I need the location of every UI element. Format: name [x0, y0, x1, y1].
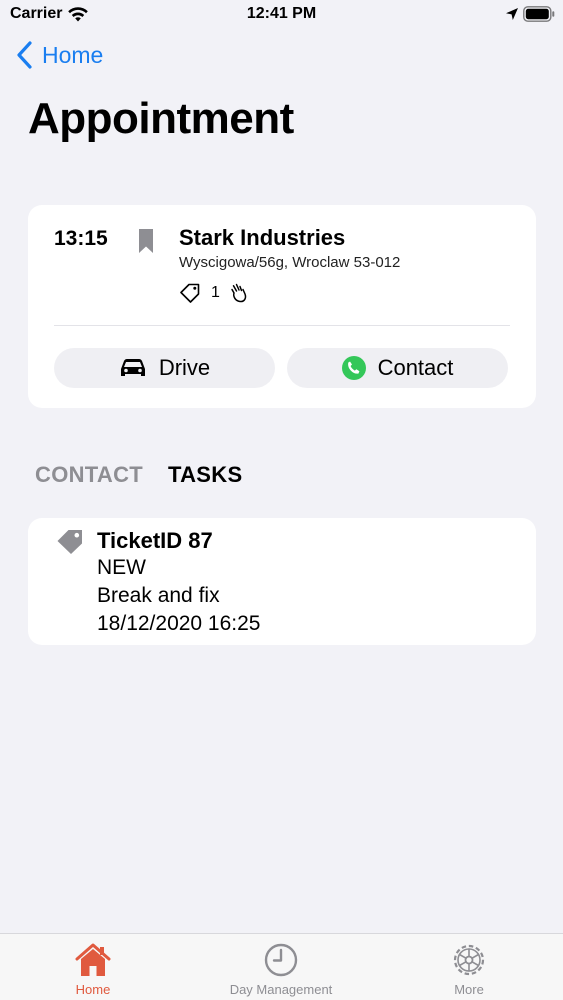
- company-name: Stark Industries: [179, 225, 346, 250]
- tab-bar-day-management-label: Day Management: [229, 982, 333, 997]
- tab-bar-more-label: More: [454, 982, 484, 997]
- back-label: Home: [42, 41, 104, 68]
- ticket-count: 1: [211, 284, 220, 301]
- car-icon: [120, 359, 145, 376]
- location-arrow-icon: [506, 8, 518, 20]
- tab-bar-home-label: Home: [75, 982, 111, 997]
- task-card[interactable]: TicketID 87 NEW Break and fix 18/12/2020…: [28, 518, 536, 645]
- contact-button[interactable]: Contact: [287, 348, 508, 388]
- bookmark-icon: [139, 229, 153, 253]
- tab-bar: Home Day Management More: [0, 933, 563, 1000]
- drive-label: Drive: [158, 355, 211, 380]
- page-title: Appointment: [28, 94, 294, 143]
- contact-label: Contact: [377, 355, 454, 380]
- task-status: NEW: [97, 556, 146, 579]
- task-description: Break and fix: [97, 584, 220, 607]
- card-divider: [54, 325, 510, 326]
- tab-bar-more[interactable]: More: [399, 942, 539, 997]
- drive-button[interactable]: Drive: [54, 348, 275, 388]
- clock-icon: [264, 943, 298, 977]
- phone-icon: [341, 356, 366, 380]
- chevron-left-icon: [17, 41, 32, 69]
- tab-bar-home[interactable]: Home: [23, 942, 163, 997]
- tag-icon: [57, 530, 82, 554]
- appointment-time: 13:15: [54, 227, 108, 250]
- gear-icon: [453, 944, 485, 976]
- tag-icon: [180, 283, 200, 303]
- back-button[interactable]: Home: [16, 40, 103, 70]
- tab-tasks[interactable]: TASKS: [168, 462, 242, 488]
- clock-time: 12:41 PM: [246, 5, 317, 22]
- company-address: Wyscigowa/56g, Wroclaw 53-012: [179, 254, 401, 271]
- tab-bar-day-management[interactable]: Day Management: [211, 942, 351, 997]
- task-ticket-id: TicketID 87: [97, 528, 213, 553]
- tab-contact[interactable]: CONTACT: [35, 462, 143, 488]
- status-bar: Carrier 12:41 PM: [0, 0, 563, 30]
- task-date: 18/12/2020 16:25: [97, 612, 261, 635]
- appointment-card: 13:15 Stark Industries Wyscigowa/56g, Wr…: [28, 205, 536, 408]
- hand-wave-icon: [231, 283, 247, 303]
- ticket-meta: 1: [179, 283, 248, 303]
- house-icon: [75, 943, 111, 976]
- battery-icon: [523, 6, 555, 22]
